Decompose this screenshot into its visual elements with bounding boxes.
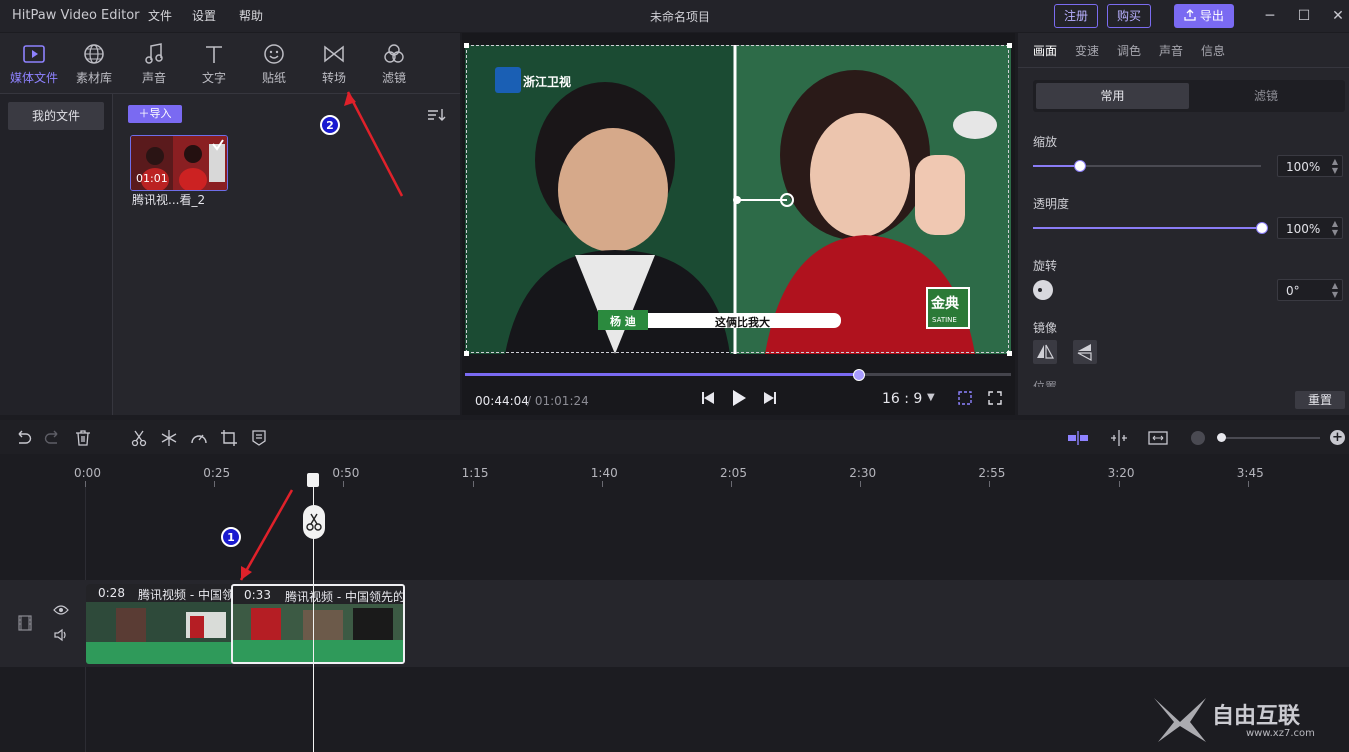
watermark-x-logo <box>1154 698 1206 742</box>
annotation-arrows <box>239 91 404 581</box>
annotation-badge-2: 2 <box>320 115 340 135</box>
annotation-badge-1: 1 <box>221 527 241 547</box>
watermark: 自由互联 www.xz7.com <box>1150 692 1340 746</box>
watermark-brand: 自由互联 <box>1212 704 1301 729</box>
watermark-url: www.xz7.com <box>1246 728 1315 739</box>
